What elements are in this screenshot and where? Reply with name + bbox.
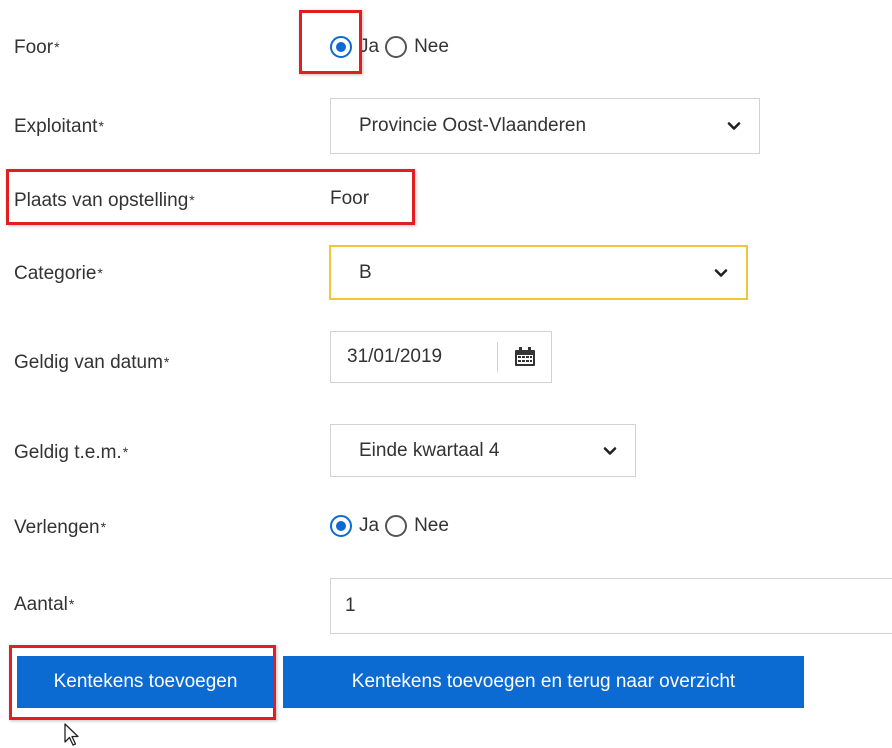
- chevron-down-icon: [603, 446, 617, 455]
- aantal-label: Aantal*: [14, 594, 75, 615]
- verlengen-label: Verlengen*: [14, 517, 107, 538]
- date-picker-button[interactable]: [498, 347, 551, 367]
- foor-radio-group: Ja Nee: [330, 36, 455, 58]
- geldig-van-label: Geldig van datum*: [14, 352, 170, 373]
- calendar-icon: [514, 347, 535, 366]
- foor-radio-nee[interactable]: [385, 36, 408, 58]
- plaats-label: Plaats van opstelling*: [14, 190, 195, 211]
- verlengen-radio-ja[interactable]: [330, 515, 352, 537]
- foor-radio-nee-label[interactable]: Nee: [414, 36, 449, 58]
- plaats-value: Foor: [330, 188, 370, 209]
- verlengen-radio-nee-label[interactable]: Nee: [414, 515, 449, 537]
- categorie-select-value: B: [359, 261, 372, 283]
- verlengen-radio-ja-label[interactable]: Ja: [359, 515, 379, 537]
- categorie-select[interactable]: B: [329, 245, 748, 300]
- kentekens-toevoegen-button[interactable]: Kentekens toevoegen: [17, 656, 274, 708]
- mouse-cursor-icon: [64, 723, 79, 746]
- exploitant-label: Exploitant*: [14, 116, 104, 137]
- foor-radio-ja[interactable]: [330, 36, 352, 58]
- foor-label: Foor*: [14, 37, 60, 58]
- geldig-tem-select[interactable]: Einde kwartaal 4: [330, 424, 636, 477]
- categorie-label: Categorie*: [14, 263, 103, 284]
- kentekens-toevoegen-terug-button[interactable]: Kentekens toevoegen en terug naar overzi…: [283, 656, 804, 708]
- geldig-tem-select-value: Einde kwartaal 4: [359, 439, 500, 461]
- verlengen-radio-group: Ja Nee: [330, 515, 455, 537]
- foor-radio-ja-label[interactable]: Ja: [359, 36, 379, 58]
- geldig-van-date-input[interactable]: 31/01/2019: [330, 331, 552, 383]
- exploitant-select[interactable]: Provincie Oost-Vlaanderen: [330, 98, 760, 154]
- exploitant-select-value: Provincie Oost-Vlaanderen: [359, 115, 587, 136]
- geldig-tem-label: Geldig t.e.m.*: [14, 442, 129, 463]
- aantal-input[interactable]: 1: [330, 578, 892, 634]
- geldig-van-date-value[interactable]: 31/01/2019: [331, 346, 497, 368]
- verlengen-radio-nee[interactable]: [385, 515, 408, 537]
- chevron-down-icon: [714, 268, 728, 277]
- chevron-down-icon: [727, 122, 741, 130]
